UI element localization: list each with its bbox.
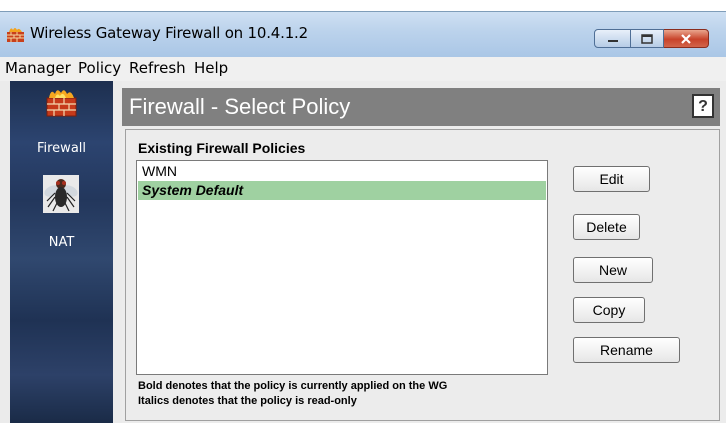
menu-refresh[interactable]: Refresh <box>125 59 190 77</box>
close-icon <box>681 33 691 44</box>
firewall-app-icon <box>7 28 24 42</box>
italic-footnote: Italics denotes that the policy is read-… <box>138 395 357 407</box>
close-button[interactable] <box>664 29 709 48</box>
copy-button[interactable]: Copy <box>573 297 645 323</box>
nav-item-nat[interactable]: NAT <box>10 165 113 255</box>
nav-item-firewall[interactable]: Firewall <box>10 83 113 165</box>
app-window: Wireless Gateway Firewall on 10.4.1.2 Ma… <box>0 0 726 423</box>
policy-item-system-default[interactable]: System Default <box>138 181 546 200</box>
left-panel: Firewall NAT <box>0 81 122 423</box>
menu-policy[interactable]: Policy <box>74 59 125 77</box>
menu-help[interactable]: Help <box>190 59 232 77</box>
bold-footnote: Bold denotes that the policy is currentl… <box>138 380 448 392</box>
minimize-icon <box>607 39 618 42</box>
nav-label-firewall: Firewall <box>36 141 87 156</box>
policy-item-wmn[interactable]: WMN <box>138 162 546 181</box>
fly-icon <box>43 175 79 213</box>
policy-panel: Existing Firewall Policies WMN System De… <box>125 129 720 421</box>
maximize-button[interactable] <box>631 29 664 48</box>
help-button[interactable]: ? <box>692 94 714 118</box>
edit-button[interactable]: Edit <box>573 166 650 192</box>
window-title: Wireless Gateway Firewall on 10.4.1.2 <box>30 24 308 42</box>
minimize-button[interactable] <box>594 29 631 48</box>
delete-button[interactable]: Delete <box>573 214 640 240</box>
new-button[interactable]: New <box>573 257 653 283</box>
menu-manager[interactable]: Manager <box>1 59 75 77</box>
window-controls <box>594 29 709 50</box>
section-title: Existing Firewall Policies <box>138 140 306 156</box>
nav-label-nat: NAT <box>48 235 75 250</box>
title-bar[interactable]: Wireless Gateway Firewall on 10.4.1.2 <box>0 11 726 58</box>
page-header: Firewall - Select Policy ? <box>122 88 720 126</box>
policy-list[interactable]: WMN System Default <box>136 160 548 375</box>
left-nav: Firewall NAT <box>10 81 113 423</box>
menu-bar: Manager Policy Refresh Help <box>0 57 726 82</box>
main-area: Firewall - Select Policy ? Existing Fire… <box>122 81 726 423</box>
maximize-icon <box>641 33 653 44</box>
firewall-icon <box>46 90 77 117</box>
rename-button[interactable]: Rename <box>573 337 680 363</box>
page-title: Firewall - Select Policy <box>129 94 351 119</box>
top-border <box>0 0 726 11</box>
